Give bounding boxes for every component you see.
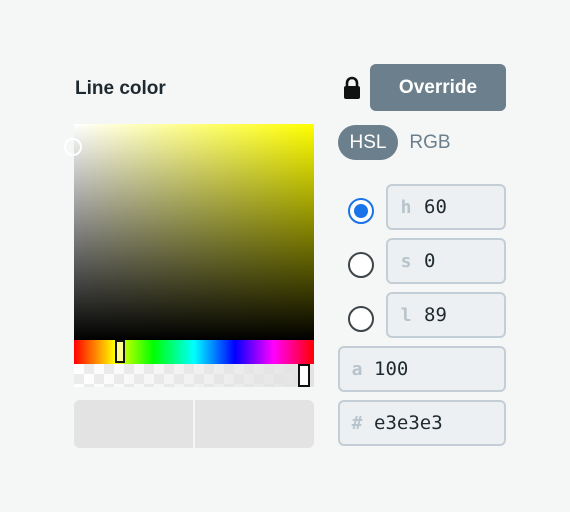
override-button[interactable]: Override [370,64,506,111]
lock-icon[interactable] [343,76,361,100]
hue-slider-handle[interactable] [115,340,125,363]
hex-field[interactable]: # e3e3e3 [338,400,506,446]
lightness-field-label: l [400,304,412,326]
alpha-field[interactable]: a 100 [338,346,506,392]
radio-h[interactable] [348,198,374,224]
panel-title: Line color [75,78,166,99]
hex-field-value[interactable]: e3e3e3 [374,412,443,434]
tab-hsl[interactable]: HSL [338,125,398,160]
hue-field[interactable]: h 60 [386,184,506,230]
tab-rgb[interactable]: RGB [404,125,456,160]
alpha-field-label: a [351,358,363,380]
hex-field-label: # [351,412,363,434]
hue-field-label: h [400,196,412,218]
hue-field-value[interactable]: 60 [424,196,447,218]
saturation-field-label: s [400,250,412,272]
alpha-field-value[interactable]: 100 [374,358,408,380]
saturation-value-picker[interactable] [74,124,314,340]
alpha-slider-handle[interactable] [298,364,310,387]
radio-l[interactable] [348,306,374,332]
hue-slider[interactable] [74,340,314,364]
alpha-slider-gradient [74,364,314,387]
lightness-field-value[interactable]: 89 [424,304,447,326]
saturation-field-value[interactable]: 0 [424,250,435,272]
lightness-field[interactable]: l 89 [386,292,506,338]
saturation-field[interactable]: s 0 [386,238,506,284]
radio-s[interactable] [348,252,374,278]
saturation-value-cursor[interactable] [64,138,82,156]
previous-color-swatch[interactable] [74,400,193,448]
current-color-swatch [195,400,314,448]
